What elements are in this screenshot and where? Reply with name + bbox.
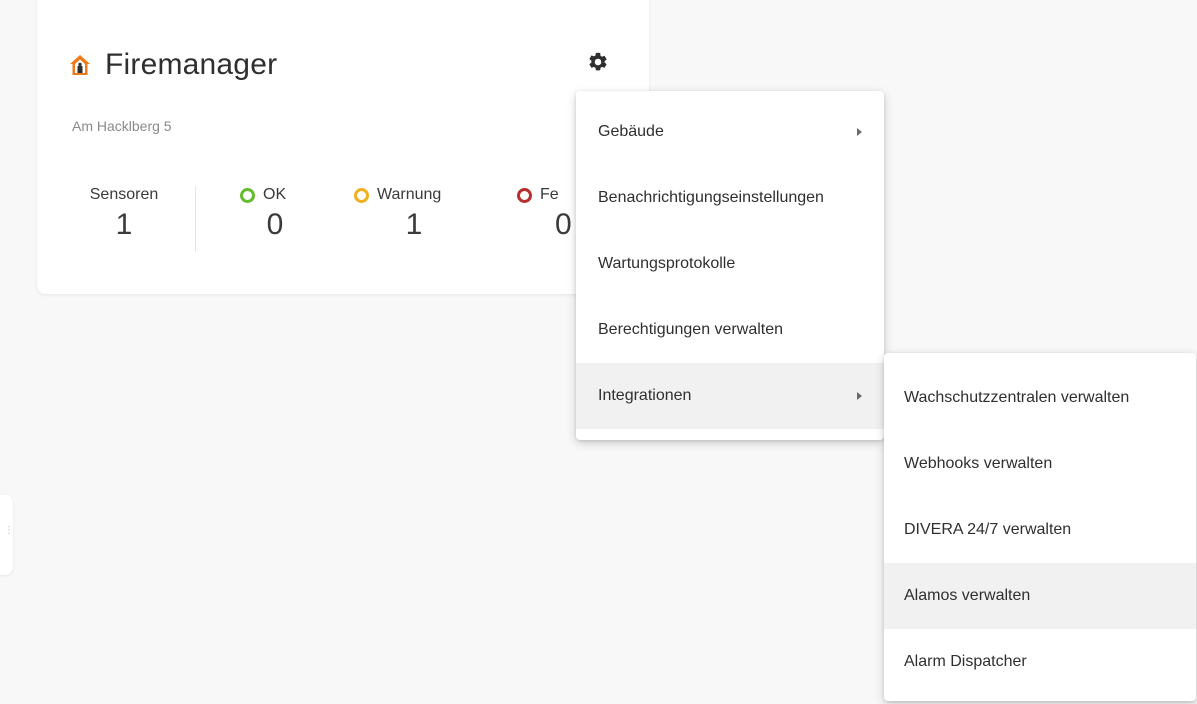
submenu-item-webhooks[interactable]: Webhooks verwalten — [884, 431, 1196, 497]
card-header: Firemanager — [69, 48, 277, 82]
menu-item-buildings[interactable]: Gebäude — [576, 99, 884, 165]
stat-warning-label: Warnung — [377, 186, 442, 203]
stat-sensors: Sensoren 1 — [80, 186, 168, 242]
stat-ok: OK 0 — [240, 186, 310, 242]
submenu-item-divera[interactable]: DIVERA 24/7 verwalten — [884, 497, 1196, 563]
stat-sensors-label: Sensoren — [89, 186, 159, 203]
submenu-item-security-centers[interactable]: Wachschutzzentralen verwalten — [884, 365, 1196, 431]
menu-item-notifications[interactable]: Benachrichtigungseinstellungen — [576, 165, 884, 231]
submenu-item-label: DIVERA 24/7 verwalten — [904, 521, 1072, 538]
settings-button[interactable] — [585, 51, 611, 77]
chevron-right-icon — [857, 128, 862, 136]
menu-item-label: Gebäude — [598, 123, 664, 140]
side-panel-handle[interactable]: ⋮ — [0, 495, 14, 575]
submenu-item-alarm-dispatcher[interactable]: Alarm Dispatcher — [884, 629, 1196, 695]
menu-item-label: Wartungsprotokolle — [598, 255, 736, 272]
chevron-right-icon — [857, 392, 862, 400]
stat-error-label: Fe — [540, 186, 559, 203]
settings-menu: Gebäude Benachrichtigungseinstellungen W… — [576, 91, 884, 440]
submenu-item-alamos[interactable]: Alamos verwalten — [884, 563, 1196, 629]
page-title: Firemanager — [105, 48, 278, 81]
stat-ok-value: 0 — [266, 208, 284, 241]
menu-item-label: Berechtigungen verwalten — [598, 321, 784, 338]
status-error-icon — [517, 187, 532, 203]
integrations-submenu: Wachschutzzentralen verwalten Webhooks v… — [884, 353, 1196, 701]
status-warning-icon — [354, 187, 369, 203]
submenu-item-label: Alarm Dispatcher — [904, 653, 1027, 670]
stat-warning: Warnung 1 — [354, 186, 474, 242]
menu-item-label: Integrationen — [598, 387, 692, 404]
menu-item-permissions[interactable]: Berechtigungen verwalten — [576, 297, 884, 363]
home-icon — [69, 54, 91, 76]
submenu-item-label: Wachschutzzentralen verwalten — [904, 389, 1130, 406]
stat-warning-value: 1 — [405, 208, 423, 241]
building-address: Am Hacklberg 5 — [72, 118, 172, 134]
status-ok-icon — [240, 187, 255, 203]
menu-item-label: Benachrichtigungseinstellungen — [598, 189, 824, 206]
submenu-item-label: Alamos verwalten — [904, 587, 1031, 604]
stat-divider — [195, 186, 196, 252]
menu-item-integrations[interactable]: Integrationen — [576, 363, 884, 429]
menu-item-maintenance-logs[interactable]: Wartungsprotokolle — [576, 231, 884, 297]
gear-icon — [587, 51, 609, 78]
stat-sensors-value: 1 — [115, 208, 133, 241]
building-card: Firemanager Am Hacklberg 5 Sensoren 1 OK… — [37, 0, 649, 294]
submenu-item-label: Webhooks verwalten — [904, 455, 1053, 472]
stat-ok-label: OK — [263, 186, 287, 203]
